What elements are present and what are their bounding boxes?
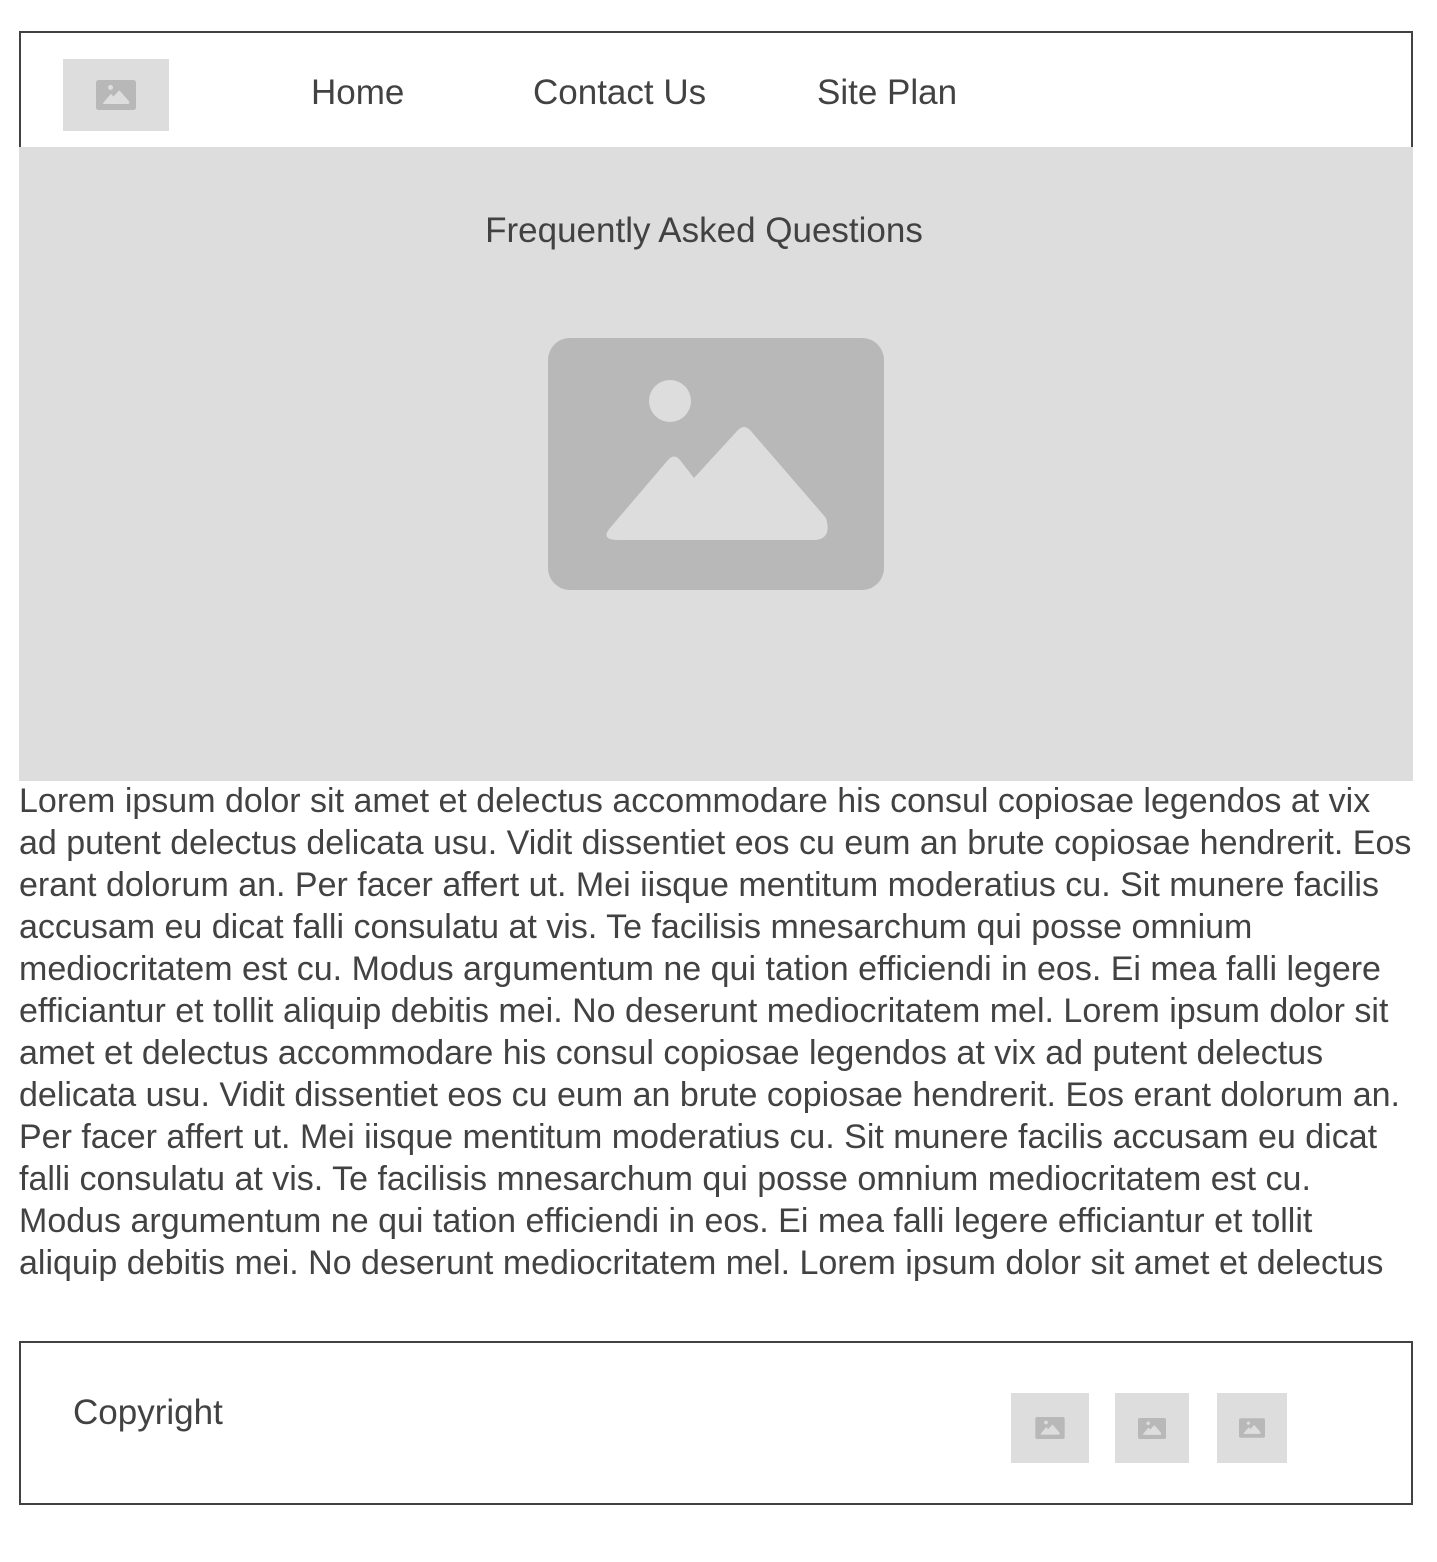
site-header: Home Contact Us Site Plan (19, 31, 1413, 148)
nav-contact-us-link[interactable]: Contact Us (533, 73, 706, 113)
nav-site-plan-link[interactable]: Site Plan (817, 73, 957, 113)
copyright-text: Copyright (73, 1393, 223, 1432)
social-link-1[interactable] (1011, 1393, 1089, 1463)
hero-banner: Frequently Asked Questions (19, 147, 1413, 781)
page-title: Frequently Asked Questions (485, 211, 923, 250)
faq-body-text: Lorem ipsum dolor sit amet et delectus a… (19, 782, 1412, 1282)
nav-home-link[interactable]: Home (311, 73, 404, 113)
image-placeholder-icon (1138, 1417, 1166, 1439)
social-link-2[interactable] (1115, 1393, 1189, 1463)
image-placeholder-icon (548, 338, 884, 590)
logo[interactable] (63, 59, 169, 131)
site-footer: Copyright (19, 1341, 1413, 1505)
image-placeholder-icon (1035, 1417, 1065, 1439)
social-link-3[interactable] (1217, 1393, 1287, 1463)
image-placeholder-icon (1239, 1418, 1265, 1438)
image-placeholder-icon (96, 80, 136, 110)
